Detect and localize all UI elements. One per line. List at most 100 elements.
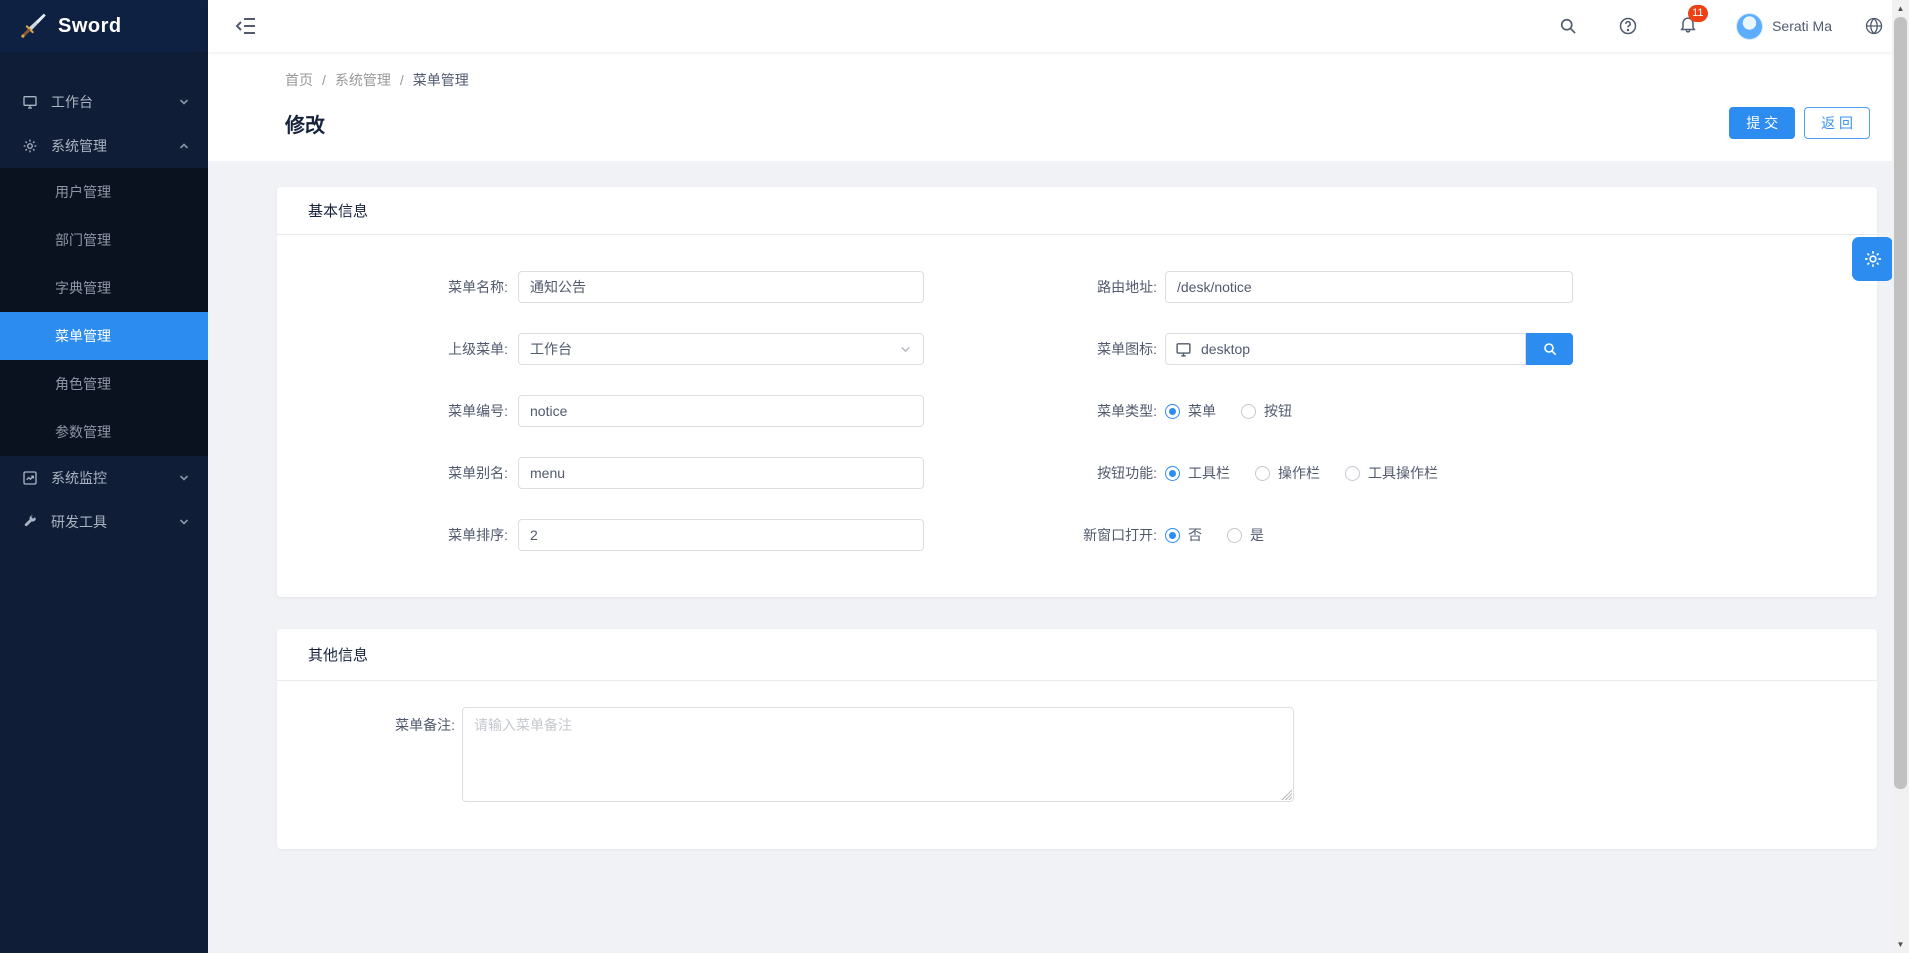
other-info-body: 菜单备注: [277,681,1877,849]
sub-item-label: 角色管理 [55,374,111,394]
button-action-group: 工具栏 操作栏 工具操作栏 [1165,463,1705,483]
title-actions: 提 交 返 回 [1729,107,1870,139]
sidebar-item-dept-mgmt[interactable]: 部门管理 [0,216,208,264]
scrollbar-thumb[interactable] [1894,17,1907,789]
page-title: 修改 [285,109,325,138]
breadcrumb-separator: / [322,72,326,88]
sub-item-label: 参数管理 [55,422,111,442]
section-title: 其他信息 [308,644,368,665]
form-row: 菜单排序: 新窗口打开: 否 是 [277,519,1877,551]
action-option-tool-rowbar[interactable]: 工具操作栏 [1345,463,1438,483]
submit-button[interactable]: 提 交 [1729,107,1795,139]
chevron-up-icon [178,140,190,152]
menu-icon-field [1165,333,1573,365]
radio-checked-icon [1165,528,1180,543]
menu-name-label: 菜单名称: [277,277,518,297]
window-scrollbar[interactable]: ▲ ▼ [1892,0,1909,953]
sidebar-item-role-mgmt[interactable]: 角色管理 [0,360,208,408]
username[interactable]: Serati Ma [1772,18,1832,34]
sidebar-item-workbench[interactable]: 工作台 [0,80,208,124]
menu-code-input[interactable] [518,395,924,427]
route-label: 路由地址: [924,277,1165,297]
textarea-resize-handle[interactable] [1281,789,1292,800]
sub-item-label: 用户管理 [55,182,111,202]
menu-alias-input[interactable] [518,457,924,489]
menu-sort-input[interactable] [518,519,924,551]
radio-icon [1227,528,1242,543]
sidebar-item-dev-tools[interactable]: 研发工具 [0,500,208,544]
scrollbar-up-arrow[interactable]: ▲ [1892,0,1909,17]
menu-sort-label: 菜单排序: [277,525,518,545]
radio-checked-icon [1165,404,1180,419]
sub-item-label: 部门管理 [55,230,111,250]
chevron-down-icon [178,96,190,108]
menu-code-label: 菜单编号: [277,401,518,421]
title-row: 修改 提 交 返 回 [285,107,1870,139]
avatar[interactable] [1736,13,1763,40]
basic-info-body: 菜单名称: 路由地址: 上级菜单: 工作台 菜单图标 [277,235,1877,597]
parent-menu-label: 上级菜单: [277,339,518,359]
notification-badge: 11 [1688,5,1707,22]
breadcrumb: 首页 / 系统管理 / 菜单管理 [285,70,1870,90]
sidebar-nav: 工作台 系统管理 用户管理 部门管理 字典管理 菜单管理 角色管理 参数管理 系… [0,52,208,544]
sidebar-item-system-monitor[interactable]: 系统监控 [0,456,208,500]
radio-label: 按钮 [1264,401,1292,421]
action-option-toolbar[interactable]: 工具栏 [1165,463,1230,483]
top-bar: 11 Serati Ma [208,0,1909,52]
breadcrumb-system-mgmt[interactable]: 系统管理 [335,70,391,90]
sidebar-item-user-mgmt[interactable]: 用户管理 [0,168,208,216]
page-header: 首页 / 系统管理 / 菜单管理 修改 提 交 返 回 [208,52,1909,161]
sidebar-item-param-mgmt[interactable]: 参数管理 [0,408,208,456]
content: 基本信息 菜单名称: 路由地址: 上级菜单: 工作台 [208,161,1909,953]
action-option-rowbar[interactable]: 操作栏 [1255,463,1320,483]
sub-item-label: 字典管理 [55,278,111,298]
radio-label: 否 [1188,525,1202,545]
search-icon[interactable] [1558,16,1578,36]
new-window-group: 否 是 [1165,525,1573,545]
language-globe-icon[interactable] [1864,16,1884,36]
menu-icon-label: 菜单图标: [924,339,1165,359]
menu-remark-textarea[interactable] [462,707,1294,802]
sidebar-item-label: 工作台 [51,92,178,112]
scrollbar-down-arrow[interactable]: ▼ [1892,936,1909,953]
menu-icon-input[interactable] [1165,333,1526,365]
back-button[interactable]: 返 回 [1804,107,1870,139]
form-row: 菜单别名: 按钮功能: 工具栏 操作栏 工具操作栏 [277,457,1877,489]
route-input[interactable] [1165,271,1573,303]
new-window-option-yes[interactable]: 是 [1227,525,1264,545]
gear-icon [22,138,38,154]
icon-search-button[interactable] [1526,333,1573,365]
radio-checked-icon [1165,466,1180,481]
radio-label: 是 [1250,525,1264,545]
main-area: 11 Serati Ma 首页 / 系统管理 / 菜单管理 修改 提 交 返 回 [208,0,1909,953]
form-row: 菜单编号: 菜单类型: 菜单 按钮 [277,395,1877,427]
new-window-label: 新窗口打开: [924,525,1165,545]
sidebar-item-menu-mgmt[interactable]: 菜单管理 [0,312,208,360]
other-info-card: 其他信息 菜单备注: [277,629,1877,849]
radio-label: 操作栏 [1278,463,1320,483]
desktop-icon [22,94,38,110]
menu-type-label: 菜单类型: [924,401,1165,421]
menu-type-option-menu[interactable]: 菜单 [1165,401,1216,421]
collapse-sidebar-icon[interactable] [234,14,258,38]
logo[interactable]: Sword [0,0,208,52]
chevron-down-icon [899,343,912,356]
parent-menu-select[interactable]: 工作台 [518,333,924,365]
app-title: Sword [58,15,122,38]
sidebar-item-dict-mgmt[interactable]: 字典管理 [0,264,208,312]
monitor-chart-icon [22,470,38,486]
radio-icon [1241,404,1256,419]
menu-name-input[interactable] [518,271,924,303]
chevron-down-icon [178,472,190,484]
settings-fab-button[interactable] [1852,237,1893,281]
help-icon[interactable] [1618,16,1638,36]
menu-type-option-button[interactable]: 按钮 [1241,401,1292,421]
breadcrumb-home[interactable]: 首页 [285,70,313,90]
search-icon [1542,341,1558,357]
new-window-option-no[interactable]: 否 [1165,525,1202,545]
sidebar: Sword 工作台 系统管理 用户管理 部门管理 字典管理 菜单管理 角色管理 … [0,0,208,953]
notifications-button[interactable]: 11 [1678,14,1698,39]
topbar-right: 11 Serati Ma [1558,13,1884,40]
parent-menu-value: 工作台 [530,339,899,359]
sidebar-item-system-mgmt[interactable]: 系统管理 [0,124,208,168]
